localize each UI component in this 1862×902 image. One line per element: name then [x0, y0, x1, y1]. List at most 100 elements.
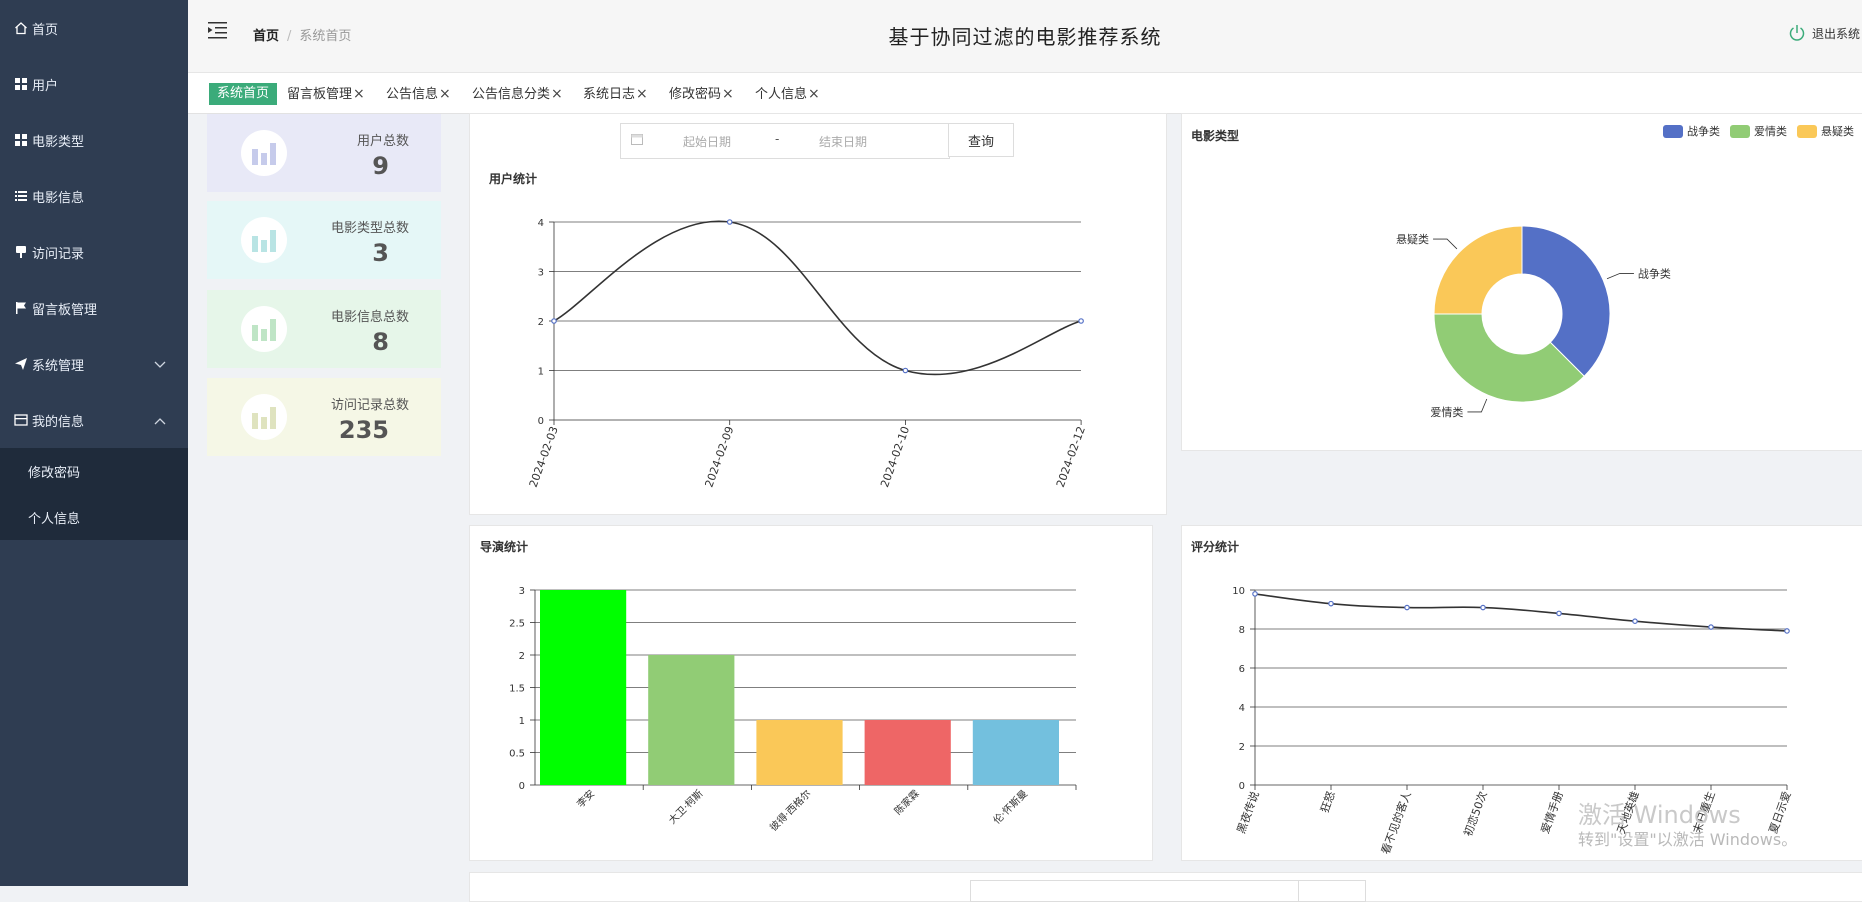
page-title: 基于协同过滤的电影推荐系统 [888, 25, 1162, 49]
x-tick-label: 2024-02-10 [878, 425, 912, 490]
sidebar: 首页 用户 电影类型 电影信息 访问记录 留言板管理 系统管理 我的信息 修改密… [0, 0, 188, 886]
data-point [1252, 591, 1258, 597]
x-tick-label: 爱情手册 [1538, 789, 1566, 835]
tab-close-icon[interactable]: × [636, 86, 648, 102]
sidebar-item-message-board[interactable]: 留言板管理 [0, 280, 188, 336]
sidebar-item-label: 访问记录 [32, 246, 85, 262]
x-tick-label: 李安 [574, 787, 597, 810]
sidebar-item-label: 系统管理 [32, 358, 85, 374]
flag-icon [14, 301, 28, 315]
header: 首页 / 系统首页 基于协同过滤的电影推荐系统 退出系统 [188, 0, 1862, 73]
y-tick-label: 4 [538, 218, 544, 229]
tab-close-icon[interactable]: × [353, 86, 365, 102]
tab-label: 留言板管理 [287, 87, 353, 102]
sidebar-item-label: 电影类型 [32, 134, 85, 150]
grid-icon [14, 77, 28, 91]
x-tick-label: 伦·怀斯曼 [990, 787, 1030, 827]
label-leader-line [1467, 398, 1488, 413]
tab-label: 个人信息 [755, 87, 808, 102]
sidebar-item-system-management[interactable]: 系统管理 [0, 336, 188, 392]
tab-system-log[interactable]: 系统日志× [583, 83, 648, 105]
submenu-item-personal-info[interactable]: 个人信息 [0, 494, 188, 540]
y-tick-label: 0 [1239, 781, 1245, 792]
home-icon [14, 21, 28, 35]
stat-card-visits: 访问记录总数 235 [207, 378, 441, 456]
label-leader-line [1606, 273, 1634, 280]
tab-bar: 系统首页 留言板管理× 公告信息× 公告信息分类× 系统日志× 修改密码× 个人… [188, 73, 1862, 114]
data-point [902, 367, 909, 374]
sidebar-item-movie-types[interactable]: 电影类型 [0, 112, 188, 168]
date-range-picker-2[interactable] [970, 880, 1300, 902]
query-button-2[interactable] [1298, 880, 1366, 902]
chevron-up-icon [154, 414, 166, 429]
activation-watermark-subtitle: 转到"设置"以激活 Windows。 [1578, 830, 1798, 849]
x-tick-label: 彼得·西格尔 [767, 787, 814, 834]
data-point [551, 318, 557, 324]
tab-personal-info[interactable]: 个人信息× [755, 83, 820, 105]
sidebar-item-visit-records[interactable]: 访问记录 [0, 224, 188, 280]
x-tick-label: 大卫·柯斯 [666, 787, 706, 827]
sidebar-item-label: 用户 [32, 78, 59, 94]
logout-label: 退出系统 [1811, 26, 1860, 41]
y-tick-label: 3 [519, 586, 525, 597]
sidebar-item-users[interactable]: 用户 [0, 56, 188, 112]
y-tick-label: 0.5 [509, 749, 525, 760]
slice-label: 战争类 [1638, 266, 1671, 280]
y-tick-label: 3 [538, 268, 544, 279]
series-line [1254, 593, 1788, 632]
tab-message-board[interactable]: 留言板管理× [287, 83, 365, 105]
data-point [1784, 628, 1790, 634]
bar-chart-icon [241, 394, 287, 440]
stat-value: 9 [372, 152, 389, 180]
data-point [1078, 318, 1084, 324]
tab-change-password[interactable]: 修改密码× [669, 83, 734, 105]
bar [972, 720, 1059, 785]
data-point [1632, 618, 1638, 625]
y-tick-label: 0 [519, 781, 525, 792]
data-point [1480, 604, 1486, 611]
tab-close-icon[interactable]: × [439, 86, 451, 102]
stat-label: 用户总数 [356, 134, 409, 149]
sidebar-item-home[interactable]: 首页 [0, 0, 188, 56]
data-point [1404, 604, 1410, 611]
label-leader-line [1433, 238, 1458, 250]
tab-close-icon[interactable]: × [551, 86, 563, 102]
rating-stats-chart: 0246810黑夜传说 狂怒 看不见的客人 初恋50次 爱情手册 天地英雄 末日重生 夏日示爱 [1232, 586, 1794, 856]
sidebar-item-label: 留言板管理 [32, 302, 98, 318]
pin-icon [14, 245, 28, 259]
data-point [1556, 610, 1562, 617]
logout-button[interactable]: 退出系统 [1788, 24, 1862, 42]
bar [648, 655, 735, 785]
card-icon [14, 413, 28, 427]
sidebar-item-my-info[interactable]: 我的信息 [0, 392, 188, 448]
y-tick-label: 8 [1239, 625, 1245, 636]
stat-card-users: 用户总数 9 [207, 114, 441, 192]
y-tick-label: 0 [538, 416, 544, 427]
stat-card-movie-types: 电影类型总数 3 [207, 201, 441, 279]
x-tick-label: 2024-02-03 [527, 425, 561, 490]
x-tick-label: 陈家霖 [891, 787, 921, 817]
director-stats-chart: 0 0.5 1 1.5 2 2.5 3 李安 大卫·柯斯 彼得·西格尔 陈家霖 伦·怀斯曼 [509, 586, 1077, 834]
slice-label: 悬疑类 [1396, 232, 1429, 246]
submenu-item-change-password[interactable]: 修改密码 [0, 448, 188, 494]
movie-genre-chart: 战争类爱情类 悬疑类 [1396, 225, 1671, 419]
tab-announcement-categories[interactable]: 公告信息分类× [472, 83, 563, 105]
y-tick-label: 4 [1239, 703, 1245, 714]
x-tick-label: 黑夜传说 [1234, 789, 1262, 835]
tab-system-home[interactable]: 系统首页 [209, 83, 278, 105]
stat-value: 8 [372, 328, 389, 356]
x-tick-label: 看不见的客人 [1378, 789, 1414, 856]
sidebar-item-label: 电影信息 [32, 190, 85, 206]
stat-card-movie-info: 电影信息总数 8 [207, 290, 441, 368]
tab-announcements[interactable]: 公告信息× [386, 83, 451, 105]
tab-close-icon[interactable]: × [722, 86, 734, 102]
sidebar-item-movie-info[interactable]: 电影信息 [0, 168, 188, 224]
y-tick-label: 6 [1239, 664, 1245, 675]
activation-watermark-title: 激活 Windows [1578, 801, 1741, 829]
y-tick-label: 1.5 [509, 684, 525, 695]
tab-close-icon[interactable]: × [808, 86, 820, 102]
stat-value: 3 [372, 239, 389, 267]
y-tick-label: 1 [538, 367, 544, 378]
tab-label: 系统日志 [583, 87, 636, 102]
y-tick-label: 2 [1239, 742, 1245, 753]
